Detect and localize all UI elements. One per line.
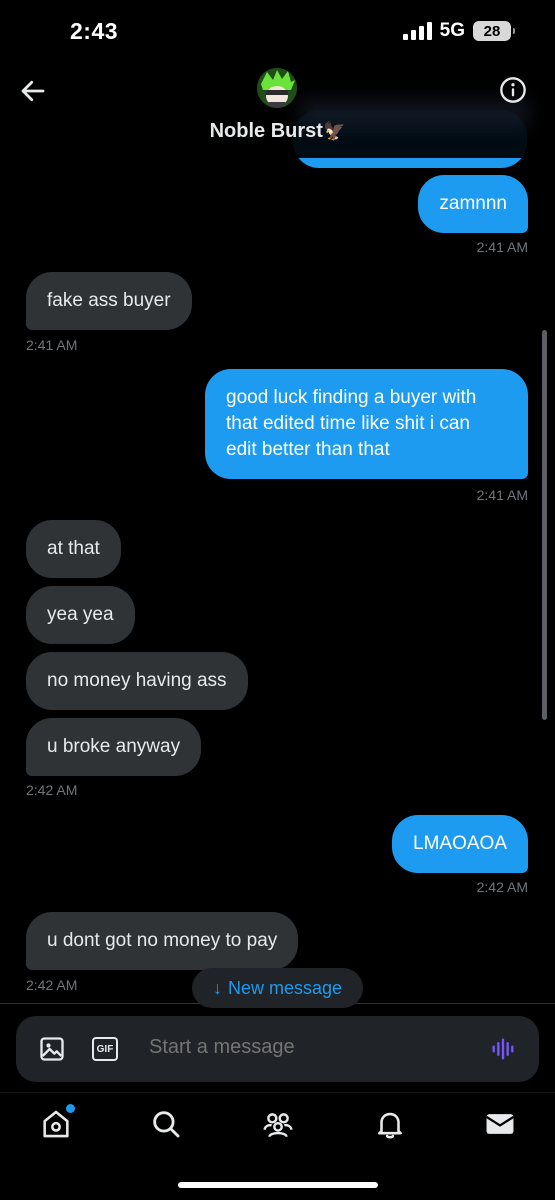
message-bubble-received[interactable]: yea yea (26, 586, 135, 644)
message-text: LMAOAOA (413, 833, 507, 854)
new-message-label: New message (227, 977, 343, 998)
message-text: zamnnn (439, 193, 507, 214)
message-bubble-received[interactable]: u dont got no money to pay (26, 912, 299, 970)
contact-name-text: Noble Burst (209, 120, 323, 142)
avatar-image (257, 68, 297, 108)
message-timestamp: 2:41 AM (476, 239, 528, 255)
message-bubble-sent[interactable]: good luck finding a buyer with that edit… (205, 369, 528, 479)
nav-messages[interactable] (483, 1107, 517, 1141)
new-message-button[interactable]: ↓ New message (192, 968, 363, 1008)
avatar[interactable] (257, 68, 297, 108)
messages-icon (485, 1114, 515, 1134)
message-bubble-sent[interactable]: LMAOAOA (392, 815, 528, 873)
nav-notifications[interactable] (373, 1107, 407, 1141)
message-text: u broke anyway (47, 736, 181, 757)
gif-button[interactable]: GIF (92, 1037, 118, 1061)
contact-name[interactable]: Noble Burst🦅 (0, 120, 555, 143)
home-indicator[interactable] (178, 1182, 378, 1188)
message-input[interactable] (149, 1036, 449, 1059)
message-bubble-received[interactable]: at that (26, 520, 121, 578)
gif-label: GIF (96, 1043, 114, 1055)
message-line: good luck finding a buyer with (226, 387, 477, 408)
voice-message-icon[interactable] (489, 1035, 517, 1063)
message-line: that edited time like shit i can (226, 413, 470, 434)
conversation-header: Noble Burst🦅 (0, 62, 555, 158)
message-timestamp: 2:42 AM (26, 977, 78, 993)
search-icon (153, 1111, 180, 1138)
message-timestamp: 2:42 AM (476, 879, 528, 895)
message-bubble-received[interactable]: no money having ass (26, 652, 248, 710)
back-arrow-icon[interactable] (18, 76, 48, 106)
contact-emoji: 🦅 (322, 121, 346, 141)
nav-communities[interactable] (261, 1107, 295, 1141)
notifications-icon (378, 1112, 402, 1139)
message-line: edit better than that (226, 439, 390, 460)
message-timestamp: 2:41 AM (476, 487, 528, 503)
notification-dot (66, 1104, 75, 1113)
image-icon[interactable] (38, 1035, 66, 1063)
message-text: fake ass buyer (47, 290, 171, 311)
info-icon[interactable] (499, 76, 527, 104)
communities-icon (263, 1113, 293, 1138)
message-text: no money having ass (47, 670, 227, 691)
message-bubble-received[interactable]: u broke anyway (26, 718, 202, 776)
nav-home[interactable] (39, 1104, 75, 1141)
message-bubble-sent[interactable]: zamnnn (418, 175, 528, 233)
message-bubble-received[interactable]: fake ass buyer (26, 272, 192, 330)
message-timestamp: 2:41 AM (26, 337, 78, 353)
scrollbar[interactable] (542, 330, 547, 720)
message-text: at that (47, 538, 100, 559)
message-text: yea yea (47, 604, 114, 625)
arrow-down-icon: ↓ (212, 977, 222, 998)
message-composer: GIF (16, 1016, 539, 1082)
message-timestamp: 2:42 AM (26, 782, 78, 798)
nav-search[interactable] (149, 1107, 183, 1141)
message-text: u dont got no money to pay (47, 930, 278, 951)
